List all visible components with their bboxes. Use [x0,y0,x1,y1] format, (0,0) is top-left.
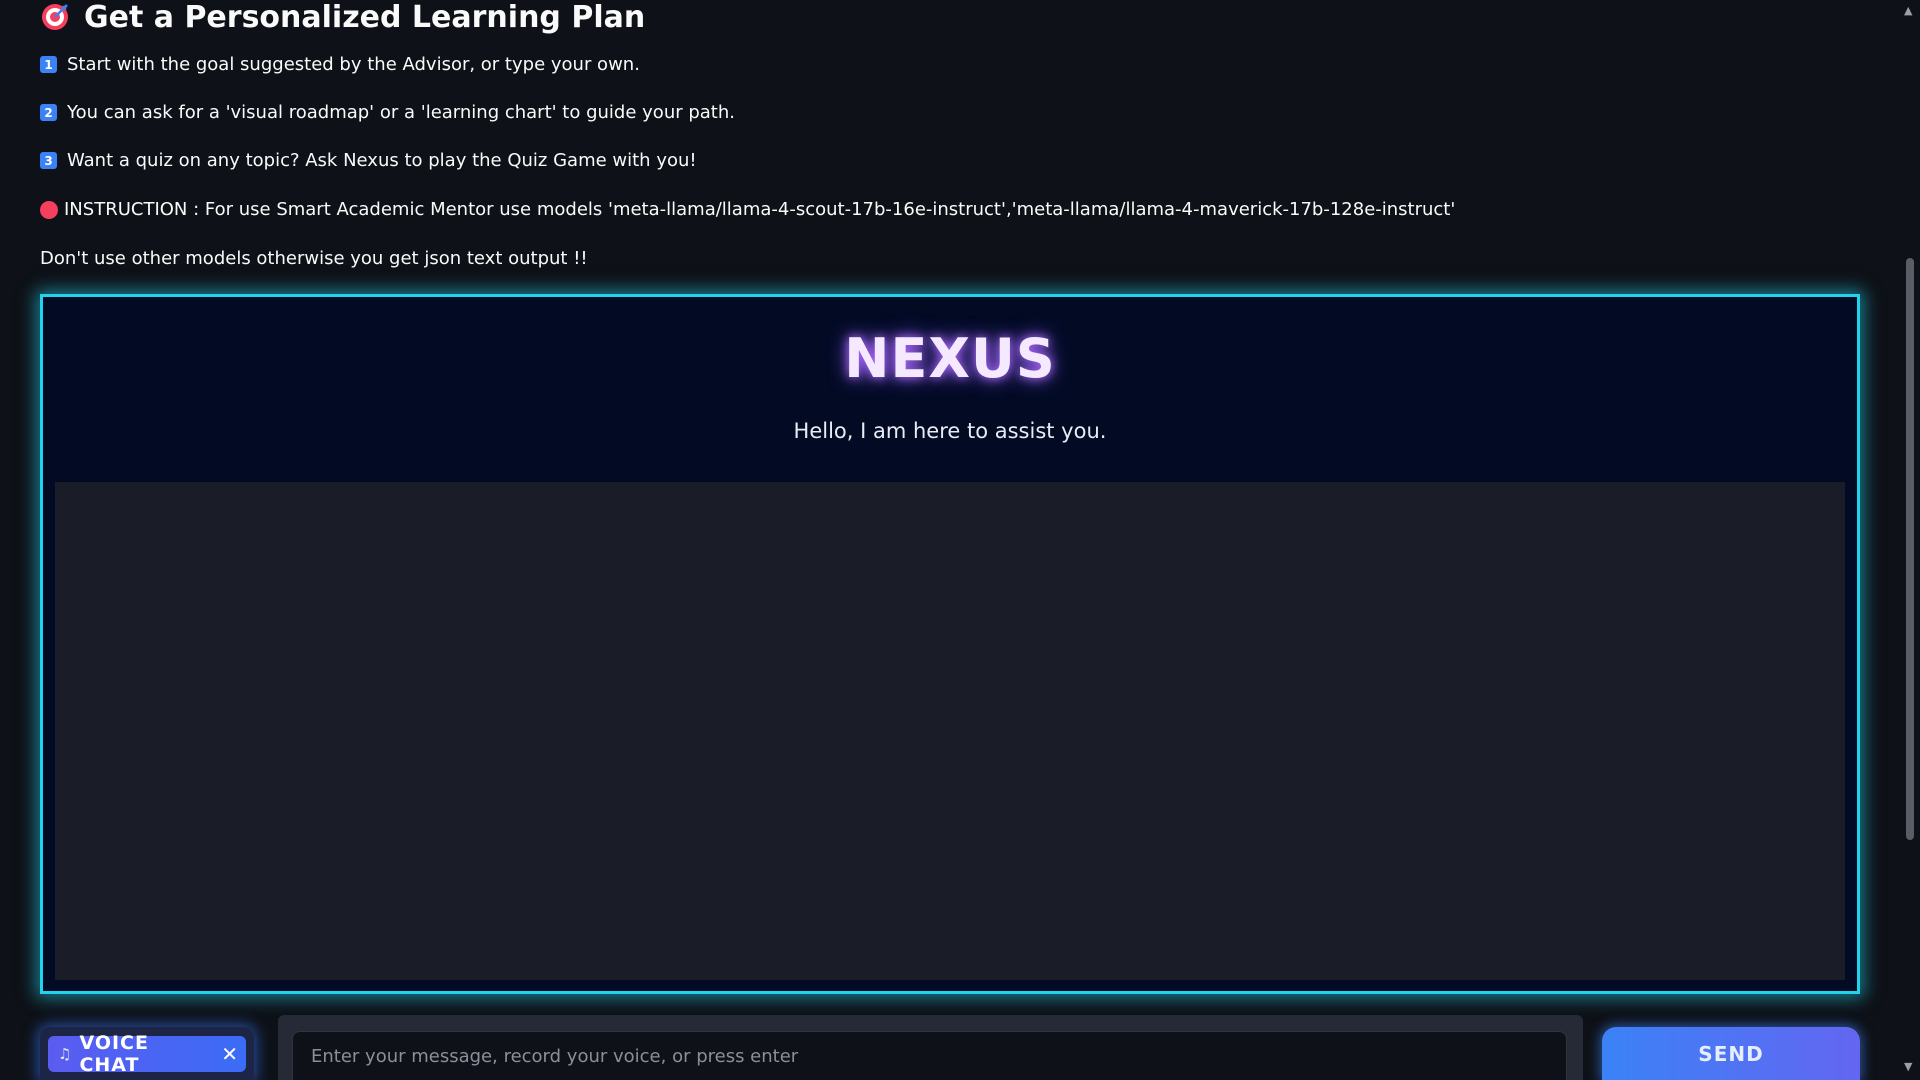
instruction-1: 1 Start with the goal suggested by the A… [40,54,640,75]
instruction-3: 3 Want a quiz on any topic? Ask Nexus to… [40,150,697,171]
keycap-2-icon: 2 [40,104,57,121]
page-title: Get a Personalized Learning Plan [84,0,646,35]
scroll-thumb[interactable] [1906,258,1914,840]
notice-text: INSTRUCTION : For use Smart Academic Men… [64,199,1456,220]
chat-frame: NEXUS Hello, I am here to assist you. [40,294,1860,994]
scroll-down-arrow-icon[interactable]: ▼ [1904,1060,1912,1073]
voice-chat-widget: ♫ VOICE CHAT ✕ [40,1027,254,1080]
red-circle-icon [40,200,58,219]
keycap-3-icon: 3 [40,152,57,169]
greeting-text: Hello, I am here to assist you. [793,419,1107,443]
page-scrollbar[interactable]: ▲ ▼ [1900,0,1920,1080]
close-icon[interactable]: ✕ [221,1044,238,1064]
brand-title: NEXUS [844,327,1056,390]
instruction-text: Want a quiz on any topic? Ask Nexus to p… [67,150,697,171]
keycap-1-icon: 1 [40,56,57,73]
voice-chat-button[interactable]: ♫ VOICE CHAT ✕ [48,1032,246,1076]
target-icon [42,4,68,30]
music-note-icon: ♫ [58,1044,72,1063]
message-input-wrapper [278,1015,1583,1080]
chat-history[interactable] [55,482,1845,980]
model-notice: INSTRUCTION : For use Smart Academic Men… [40,199,1455,220]
page-heading: Get a Personalized Learning Plan [40,0,646,35]
instruction-text: Start with the goal suggested by the Adv… [67,54,640,75]
chat-input-bar: ♫ VOICE CHAT ✕ SEND [0,1012,1900,1080]
instruction-2: 2 You can ask for a 'visual roadmap' or … [40,102,735,123]
message-input[interactable] [292,1031,1567,1080]
send-button[interactable]: SEND [1602,1027,1860,1080]
model-warning: Don't use other models otherwise you get… [40,248,588,269]
scroll-up-arrow-icon[interactable]: ▲ [1904,4,1912,17]
voice-chat-label: VOICE CHAT [79,1031,149,1076]
warning-text: Don't use other models otherwise you get… [40,248,588,269]
instruction-text: You can ask for a 'visual roadmap' or a … [67,102,735,123]
